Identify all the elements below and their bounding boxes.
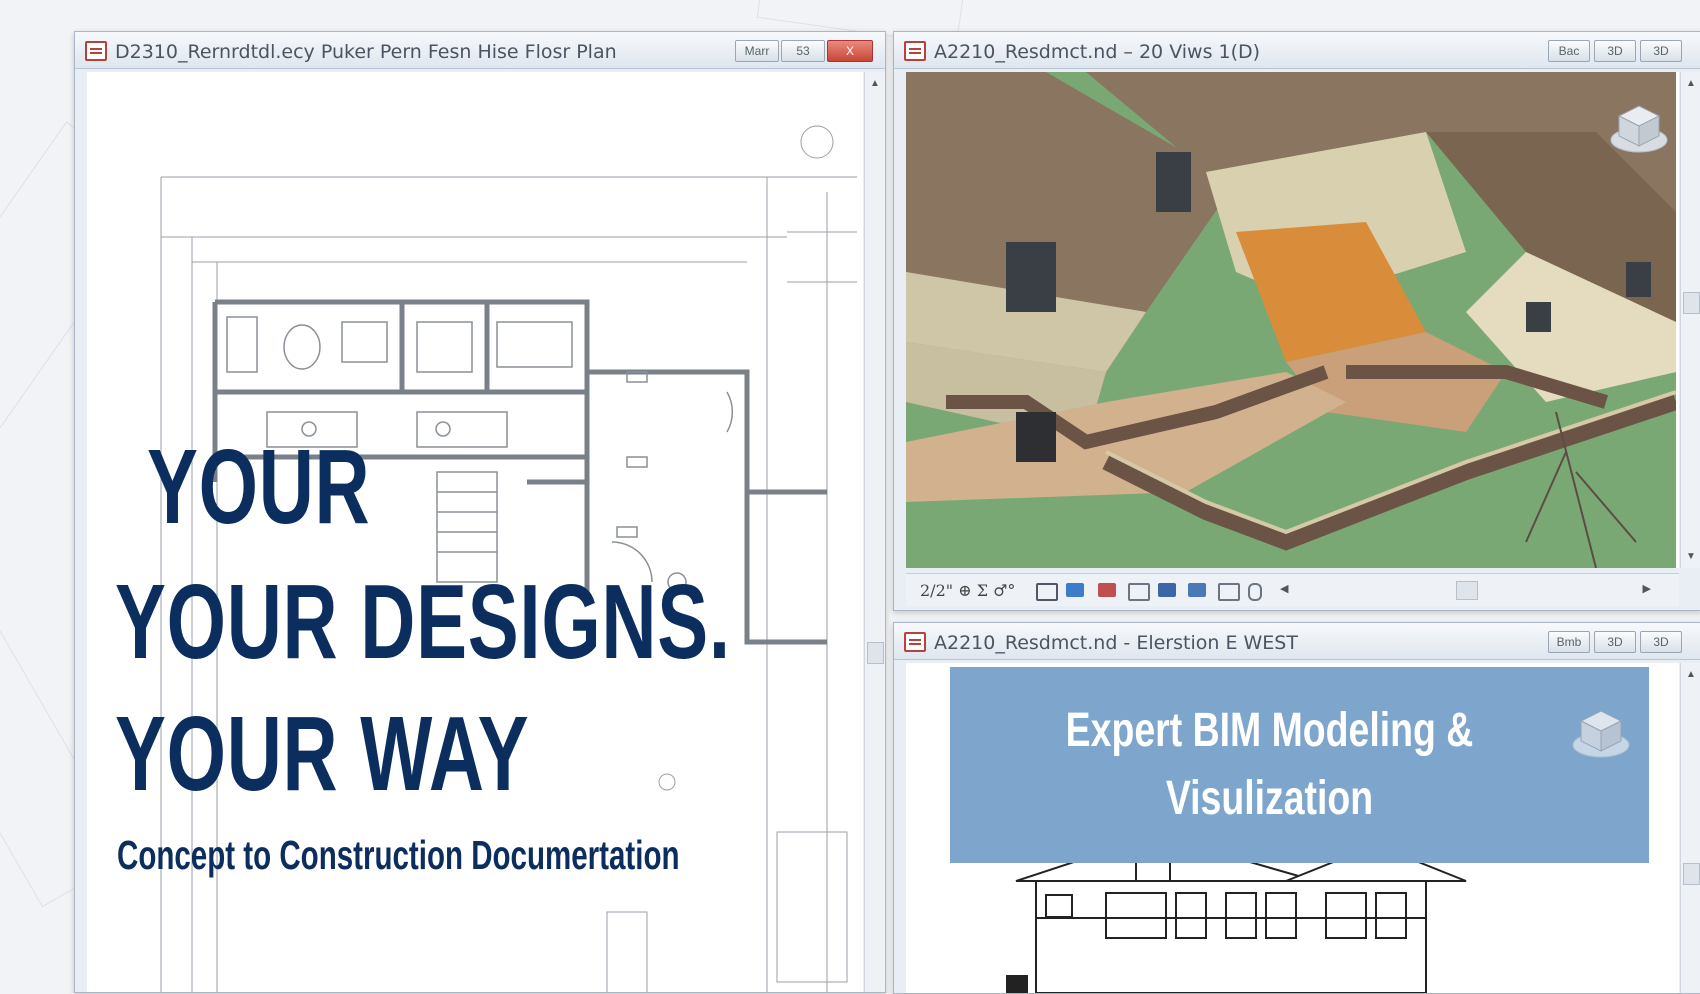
- hero-line-1: YOUR: [147, 428, 371, 546]
- view-cube-icon[interactable]: [1609, 102, 1669, 154]
- elevation-title: A2210_Resdmct.nd - Elerstion E WEST: [934, 632, 1298, 654]
- revit-file-icon: [85, 41, 107, 61]
- scroll-up-icon[interactable]: ▲: [870, 78, 880, 89]
- view-cube-icon[interactable]: [1571, 707, 1631, 759]
- shadows-icon[interactable]: [1128, 583, 1150, 601]
- scroll-up-icon[interactable]: ▲: [1686, 78, 1696, 89]
- restore-button[interactable]: 3D: [1640, 40, 1682, 62]
- floor-plan-scrollbar[interactable]: ▲: [864, 72, 885, 992]
- hero-line-3: YOUR WAY: [115, 695, 530, 813]
- view-scale-label[interactable]: 2/2" ⊕ Σ ♂°: [920, 581, 1015, 600]
- crop-view-icon[interactable]: [1158, 583, 1176, 597]
- scroll-thumb[interactable]: [1683, 863, 1700, 885]
- banner-line-1: Expert BIM Modeling &: [1065, 704, 1474, 757]
- maximize-button[interactable]: 3D: [1594, 631, 1636, 653]
- hscroll-right-icon[interactable]: ▶: [1643, 582, 1651, 595]
- 3d-view-scrollbar[interactable]: ▲ ▼: [1680, 72, 1700, 568]
- maximize-button[interactable]: 53: [781, 40, 825, 62]
- revit-file-icon: [904, 632, 926, 652]
- lightbulb-icon[interactable]: [1248, 583, 1262, 601]
- minimize-button[interactable]: Bac: [1548, 40, 1590, 62]
- hero-tagline: Concept to Construction Documertation: [117, 832, 680, 878]
- revit-file-icon: [904, 41, 926, 61]
- scroll-up-icon[interactable]: ▲: [1686, 669, 1696, 680]
- 3d-view-title: A2210_Resdmct.nd – 20 Viws 1(D): [934, 41, 1261, 63]
- sun-path-icon[interactable]: [1098, 583, 1116, 597]
- hscroll-thumb[interactable]: [1456, 581, 1478, 600]
- temporary-hide-icon[interactable]: [1218, 583, 1240, 601]
- visual-style-icon[interactable]: [1066, 583, 1084, 597]
- hscroll-left-icon[interactable]: ◀: [1280, 582, 1288, 595]
- floor-plan-titlebar[interactable]: D2310_Rernrdtdl.ecy Puker Pern Fesn Hise…: [75, 32, 885, 69]
- hero-line-2: YOUR DESIGNS.: [115, 563, 731, 681]
- elevation-titlebar[interactable]: A2210_Resdmct.nd - Elerstion E WEST Bmb …: [894, 623, 1700, 660]
- minimize-button[interactable]: Bmb: [1548, 631, 1590, 653]
- scroll-thumb[interactable]: [1683, 292, 1700, 314]
- 3d-view-canvas[interactable]: [906, 72, 1679, 568]
- elevation-window[interactable]: A2210_Resdmct.nd - Elerstion E WEST Bmb …: [893, 622, 1700, 994]
- bim-banner: Expert BIM Modeling & Visulization: [950, 667, 1649, 863]
- elevation-scrollbar[interactable]: ▲: [1680, 663, 1700, 993]
- show-crop-icon[interactable]: [1188, 583, 1206, 597]
- close-button[interactable]: X: [827, 40, 873, 62]
- maximize-button[interactable]: 3D: [1594, 40, 1636, 62]
- scroll-down-icon[interactable]: ▼: [1686, 551, 1696, 562]
- restore-button[interactable]: 3D: [1640, 631, 1682, 653]
- 3d-view-window[interactable]: A2210_Resdmct.nd – 20 Viws 1(D) Bac 3D 3…: [893, 31, 1700, 611]
- floor-plan-window[interactable]: D2310_Rernrdtdl.ecy Puker Pern Fesn Hise…: [74, 31, 886, 993]
- banner-line-2: Visulization: [1165, 772, 1374, 825]
- 3d-view-titlebar[interactable]: A2210_Resdmct.nd – 20 Viws 1(D) Bac 3D 3…: [894, 32, 1700, 69]
- floor-plan-canvas[interactable]: YOUR YOUR DESIGNS. YOUR WAY Concept to C…: [87, 72, 863, 992]
- 3d-house-render: [906, 72, 1676, 568]
- elevation-canvas[interactable]: Expert BIM Modeling & Visulization: [906, 663, 1679, 993]
- floor-plan-title: D2310_Rernrdtdl.ecy Puker Pern Fesn Hise…: [115, 41, 617, 63]
- detail-level-icon[interactable]: [1036, 583, 1058, 601]
- scroll-thumb[interactable]: [867, 642, 884, 664]
- minimize-button[interactable]: Marr: [735, 40, 779, 62]
- view-control-bar: 2/2" ⊕ Σ ♂° ◀ ▶: [906, 573, 1679, 606]
